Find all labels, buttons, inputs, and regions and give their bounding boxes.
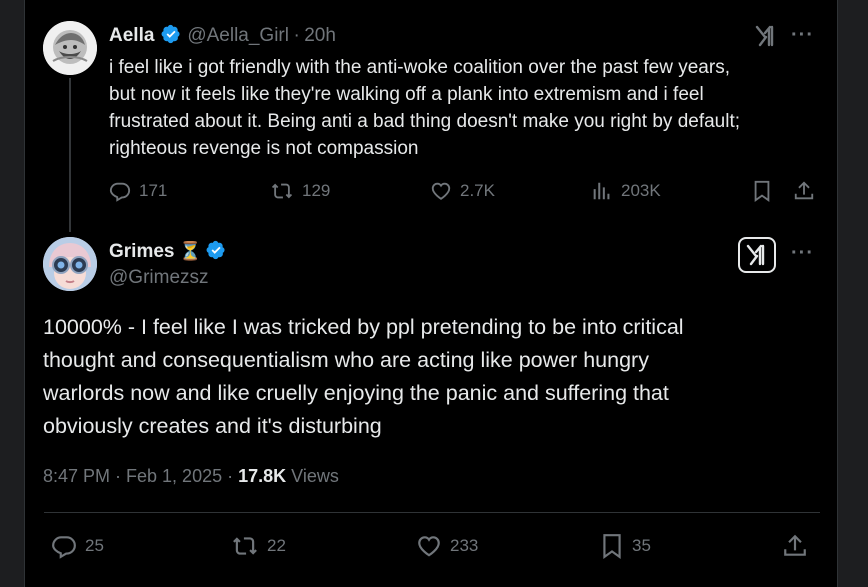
repost-button[interactable]: 129 — [270, 180, 330, 202]
share-icon — [784, 534, 806, 556]
grimes-avatar[interactable] — [43, 237, 97, 291]
views-number: 17.8K — [238, 466, 287, 486]
parent-tweet-header: Aella @Aella_Girl · 20h — [109, 24, 336, 47]
bookmark-icon — [754, 180, 770, 202]
bookmark-button[interactable]: 35 — [600, 533, 651, 559]
author-handle[interactable]: @Aella_Girl — [187, 25, 289, 46]
bookmark-icon — [603, 534, 621, 559]
timeline-column: Aella @Aella_Girl · 20h ··· i feel like … — [24, 0, 838, 587]
verified-badge-icon[interactable] — [206, 240, 226, 260]
repost-button[interactable]: 22 — [231, 533, 286, 559]
reply-icon — [52, 536, 76, 559]
author-handle[interactable]: @Grimezsz — [109, 267, 209, 289]
like-icon — [431, 182, 451, 200]
more-icon[interactable]: ··· — [791, 24, 814, 47]
reply-icon — [109, 182, 131, 202]
reply-button[interactable]: 171 — [109, 180, 167, 202]
grok-icon — [746, 244, 765, 266]
reply-count: 25 — [85, 536, 104, 555]
repost-count: 129 — [302, 181, 331, 200]
views-label: Views — [286, 466, 339, 486]
like-count: 2.7K — [460, 181, 495, 200]
like-count: 233 — [450, 536, 479, 555]
verified-badge-icon[interactable] — [161, 24, 181, 44]
bookmark-count: 35 — [632, 536, 651, 555]
aella-avatar[interactable] — [43, 21, 97, 75]
tweet-meta: 8:47 PM · Feb 1, 2025 · 17.8K Views — [43, 466, 339, 487]
divider — [44, 512, 820, 513]
reply-button[interactable]: 25 — [51, 533, 104, 559]
main-tweet-text: 10000% - I feel like I was tricked by pp… — [43, 315, 684, 438]
author-name[interactable]: Grimes — [109, 241, 174, 262]
aella-avatar-image — [43, 21, 97, 75]
like-icon — [418, 536, 440, 557]
like-button[interactable]: 2.7K — [430, 180, 495, 202]
tweet-timestamp[interactable]: 8:47 PM · Feb 1, 2025 · — [43, 466, 238, 486]
more-icon[interactable]: ··· — [791, 242, 814, 265]
repost-icon — [271, 183, 293, 199]
views-icon — [593, 182, 610, 200]
tweet-time[interactable]: 20h — [304, 25, 336, 46]
bookmark-button[interactable] — [752, 180, 772, 202]
reply-count: 171 — [139, 181, 168, 200]
main-tweet-name-row: Grimes ⏳ — [109, 240, 226, 263]
share-button[interactable] — [782, 533, 808, 559]
share-button[interactable] — [793, 180, 815, 202]
grok-button[interactable] — [738, 237, 776, 273]
parent-tweet-text: i feel like i got friendly with the anti… — [109, 57, 741, 159]
repost-icon — [233, 537, 257, 555]
views-button[interactable]: 203K — [591, 180, 661, 202]
grimes-avatar-image — [43, 237, 97, 291]
thread-connector-line — [69, 78, 71, 232]
share-icon — [794, 181, 814, 200]
hourglass-emoji: ⏳ — [178, 241, 202, 261]
repost-count: 22 — [267, 536, 286, 555]
separator-dot: · — [293, 25, 300, 46]
grok-icon[interactable] — [754, 24, 778, 48]
like-button[interactable]: 233 — [416, 533, 478, 559]
author-name[interactable]: Aella — [109, 25, 154, 46]
views-count: 203K — [621, 181, 661, 200]
